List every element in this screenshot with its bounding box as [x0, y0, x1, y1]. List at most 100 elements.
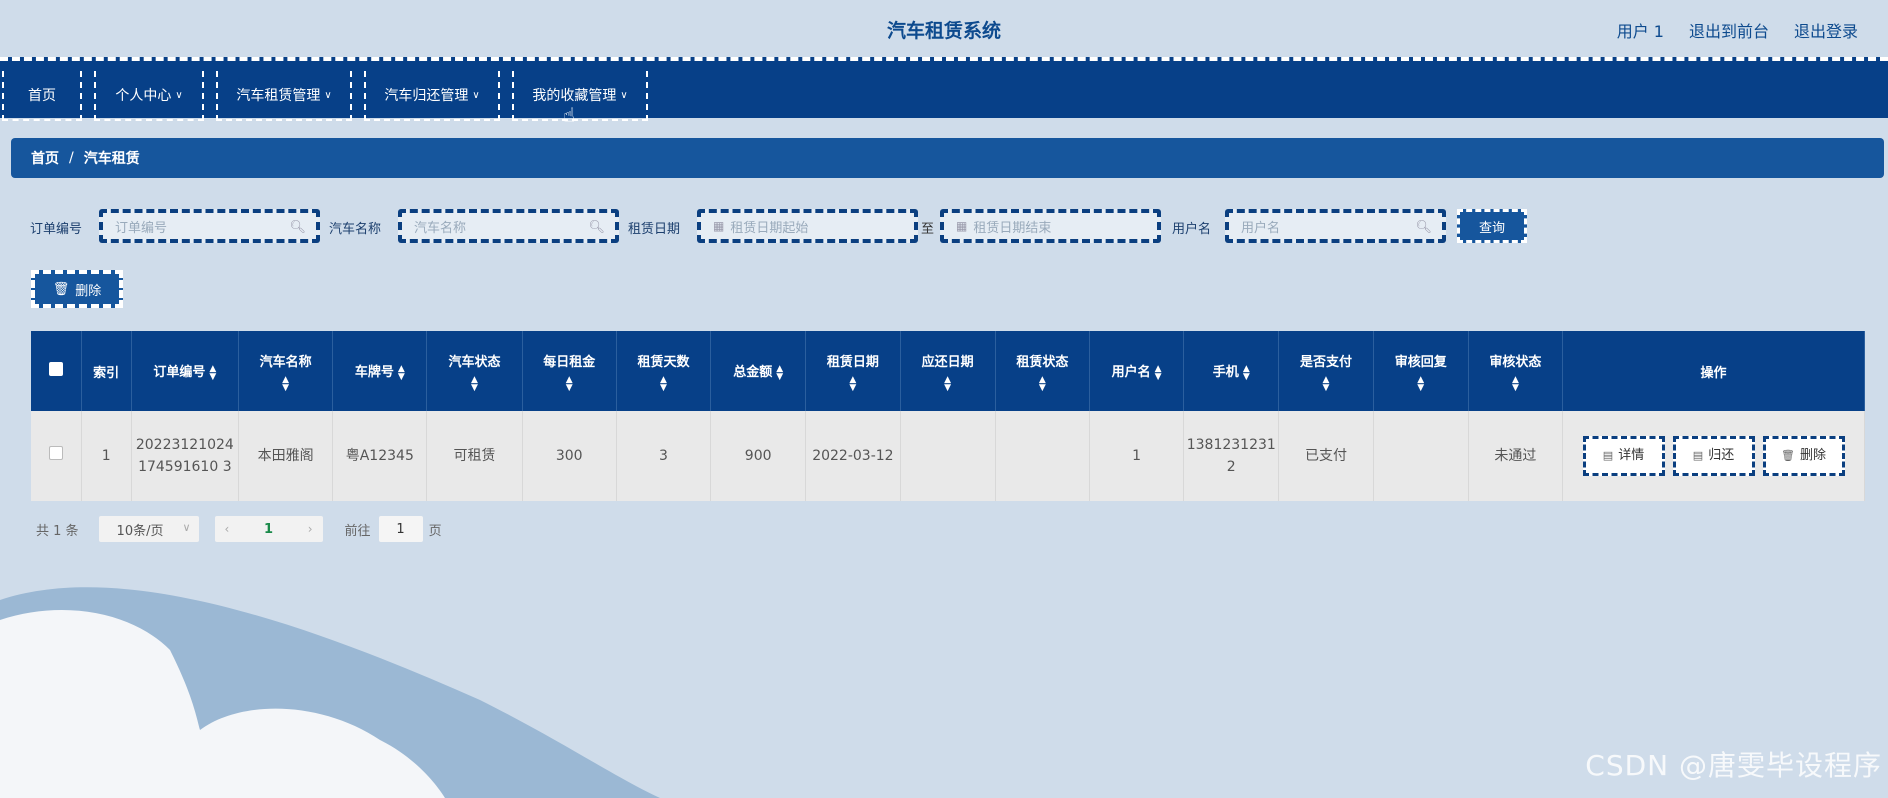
column-header-label: 汽车名称 [259, 354, 312, 370]
nav-label: 汽车租赁管理 [236, 88, 321, 104]
table-row: 1 20223121024174591610 3 本田雅阁 粤A12345 可租… [31, 411, 1865, 501]
column-header[interactable]: 汽车名称 ▲ ▼ [238, 331, 334, 411]
column-header-label: 是否支付 [1299, 354, 1352, 370]
nav-item-home[interactable]: 首页 [2, 71, 82, 121]
column-header-label: 审核回复 [1394, 354, 1447, 370]
nav-item-rental[interactable]: 汽车租赁管理 ∨ [216, 71, 352, 121]
nav-item-profile[interactable]: 个人中心 ∨ [94, 71, 204, 121]
sort-icon: ▲ ▼ [944, 374, 952, 393]
logout-link[interactable]: 退出登录 [1794, 18, 1858, 42]
sort-icon: ▲ ▼ [1511, 374, 1519, 393]
rent-date-start-input[interactable]: ▦ 租赁日期起始 [697, 209, 918, 243]
sort-icon: ▲ ▼ [209, 363, 217, 382]
delete-button[interactable]: 🗑︎ 删除 [1762, 436, 1845, 476]
column-header[interactable]: 应还日期 ▲ ▼ [900, 331, 996, 411]
column-header[interactable]: 租赁日期 ▲ ▼ [805, 331, 901, 411]
column-header-label: 应还日期 [921, 354, 974, 370]
select-all-cell [31, 331, 82, 411]
cell-plate: 粤A12345 [332, 411, 428, 501]
column-header-label: 每日租金 [543, 354, 596, 370]
detail-label: 详情 [1618, 448, 1645, 463]
column-header[interactable]: 手机 ▲ ▼ [1183, 331, 1280, 411]
sort-icon: ▲ ▼ [1242, 363, 1250, 382]
document-icon: ▤ [1692, 449, 1704, 462]
chevron-down-icon: ∨ [620, 89, 628, 101]
calendar-icon: ▦ [713, 219, 725, 233]
nav-label: 首页 [28, 88, 56, 104]
sort-icon: ▲ ▼ [849, 374, 857, 393]
return-label: 归还 [1708, 448, 1735, 463]
cell-review-reply [1373, 411, 1469, 501]
page-size-select[interactable]: 10条/页 ∨ [98, 516, 199, 542]
column-header-label: 车牌号 [354, 365, 394, 381]
sort-icon: ▲ ▼ [282, 374, 290, 393]
sort-icon: ▲ ▼ [565, 374, 573, 393]
prev-page-icon[interactable]: ‹ [225, 522, 230, 536]
breadcrumb-home[interactable]: 首页 [31, 148, 59, 168]
page-navigator: ‹ 1 › [214, 516, 323, 542]
batch-delete-label: 删除 [75, 283, 102, 299]
cell-days: 3 [616, 411, 712, 501]
sort-icon: ▲ ▼ [659, 374, 667, 393]
order-no-placeholder: 订单编号 [115, 220, 168, 236]
column-header[interactable]: 每日租金 ▲ ▼ [522, 331, 617, 411]
column-header[interactable]: 车牌号 ▲ ▼ [332, 331, 428, 411]
goto-page-input[interactable]: 1 [378, 516, 423, 542]
column-header[interactable]: 审核状态 ▲ ▼ [1468, 331, 1564, 411]
sort-icon: ▲ ▼ [776, 363, 784, 382]
column-header[interactable]: 用户名 ▲ ▼ [1089, 331, 1185, 411]
cell-review-status: 未通过 [1468, 411, 1564, 501]
breadcrumb-separator: / [69, 150, 74, 166]
query-button[interactable]: 查询 [1457, 209, 1527, 243]
table-header-row: 索引 订单编号 ▲ ▼ 汽车名称 ▲ ▼ 车牌号 ▲ ▼ 汽车状态 ▲ ▼ 每日租金 ▲ ▼ 租赁天… [31, 331, 1865, 411]
search-icon: 🔍︎ [588, 220, 605, 235]
column-header-label: 汽车状态 [448, 354, 501, 370]
detail-button[interactable]: ▤ 详情 [1582, 436, 1665, 476]
column-header[interactable]: 审核回复 ▲ ▼ [1373, 331, 1469, 411]
select-all-checkbox[interactable] [48, 362, 63, 376]
cell-username: 1 [1089, 411, 1185, 501]
batch-delete-button[interactable]: 🗑︎ 删除 [31, 270, 123, 308]
cell-order-no: 20223121024174591610 3 [131, 411, 239, 501]
pagination: 共 1 条 10条/页 ∨ ‹ 1 › 前往 1 页 [36, 516, 442, 542]
current-page[interactable]: 1 [264, 522, 273, 537]
rent-date-end-input[interactable]: ▦ 租赁日期结束 [940, 209, 1161, 243]
sort-icon: ▲ ▼ [397, 363, 405, 382]
column-header[interactable]: 汽车状态 ▲ ▼ [426, 331, 523, 411]
column-header[interactable]: 租赁状态 ▲ ▼ [995, 331, 1090, 411]
main-nav: 首页 个人中心 ∨ 汽车租赁管理 ∨ 汽车归还管理 ∨ 我的收藏管理 ∨ [0, 57, 1888, 121]
return-button[interactable]: ▤ 归还 [1672, 436, 1755, 476]
chevron-down-icon: ∨ [175, 89, 183, 101]
sort-icon: ▲ ▼ [1417, 374, 1425, 393]
calendar-icon: ▦ [956, 219, 968, 233]
username-input[interactable]: 用户名 🔍︎ [1225, 209, 1446, 243]
nav-item-favorites[interactable]: 我的收藏管理 ∨ [512, 71, 648, 121]
column-header[interactable]: 租赁天数 ▲ ▼ [616, 331, 712, 411]
rent-date-start-placeholder: 租赁日期起始 [730, 220, 809, 236]
column-header-label: 审核状态 [1489, 354, 1542, 370]
rent-date-end-placeholder: 租赁日期结束 [973, 220, 1052, 236]
order-no-label: 订单编号 [30, 222, 83, 237]
order-no-input[interactable]: 订单编号 🔍︎ [99, 209, 320, 243]
column-header[interactable]: 总金额 ▲ ▼ [710, 331, 807, 411]
cell-index: 1 [81, 411, 132, 501]
cell-car-status: 可租赁 [426, 411, 523, 501]
document-icon: ▤ [1602, 449, 1614, 462]
car-name-placeholder: 汽车名称 [414, 220, 467, 236]
column-header[interactable]: 订单编号 ▲ ▼ [131, 331, 239, 411]
user-link[interactable]: 用户 1 [1617, 18, 1664, 42]
header-links: 用户 1 退出到前台 退出登录 [1617, 18, 1858, 42]
breadcrumb: 首页 / 汽车租赁 [11, 138, 1884, 178]
next-page-icon[interactable]: › [308, 522, 313, 536]
row-checkbox[interactable] [48, 446, 63, 460]
column-header: 索引 [81, 331, 132, 411]
page-unit-label: 页 [428, 523, 442, 539]
top-header: 汽车租赁系统 用户 1 退出到前台 退出登录 [0, 0, 1888, 56]
column-header-label: 租赁天数 [637, 354, 690, 370]
back-to-frontend-link[interactable]: 退出到前台 [1689, 18, 1769, 42]
sort-icon: ▲ ▼ [1154, 363, 1162, 382]
column-header[interactable]: 是否支付 ▲ ▼ [1278, 331, 1374, 411]
car-name-input[interactable]: 汽车名称 🔍︎ [398, 209, 619, 243]
nav-item-return[interactable]: 汽车归还管理 ∨ [364, 71, 500, 121]
nav-label: 我的收藏管理 [532, 88, 617, 104]
